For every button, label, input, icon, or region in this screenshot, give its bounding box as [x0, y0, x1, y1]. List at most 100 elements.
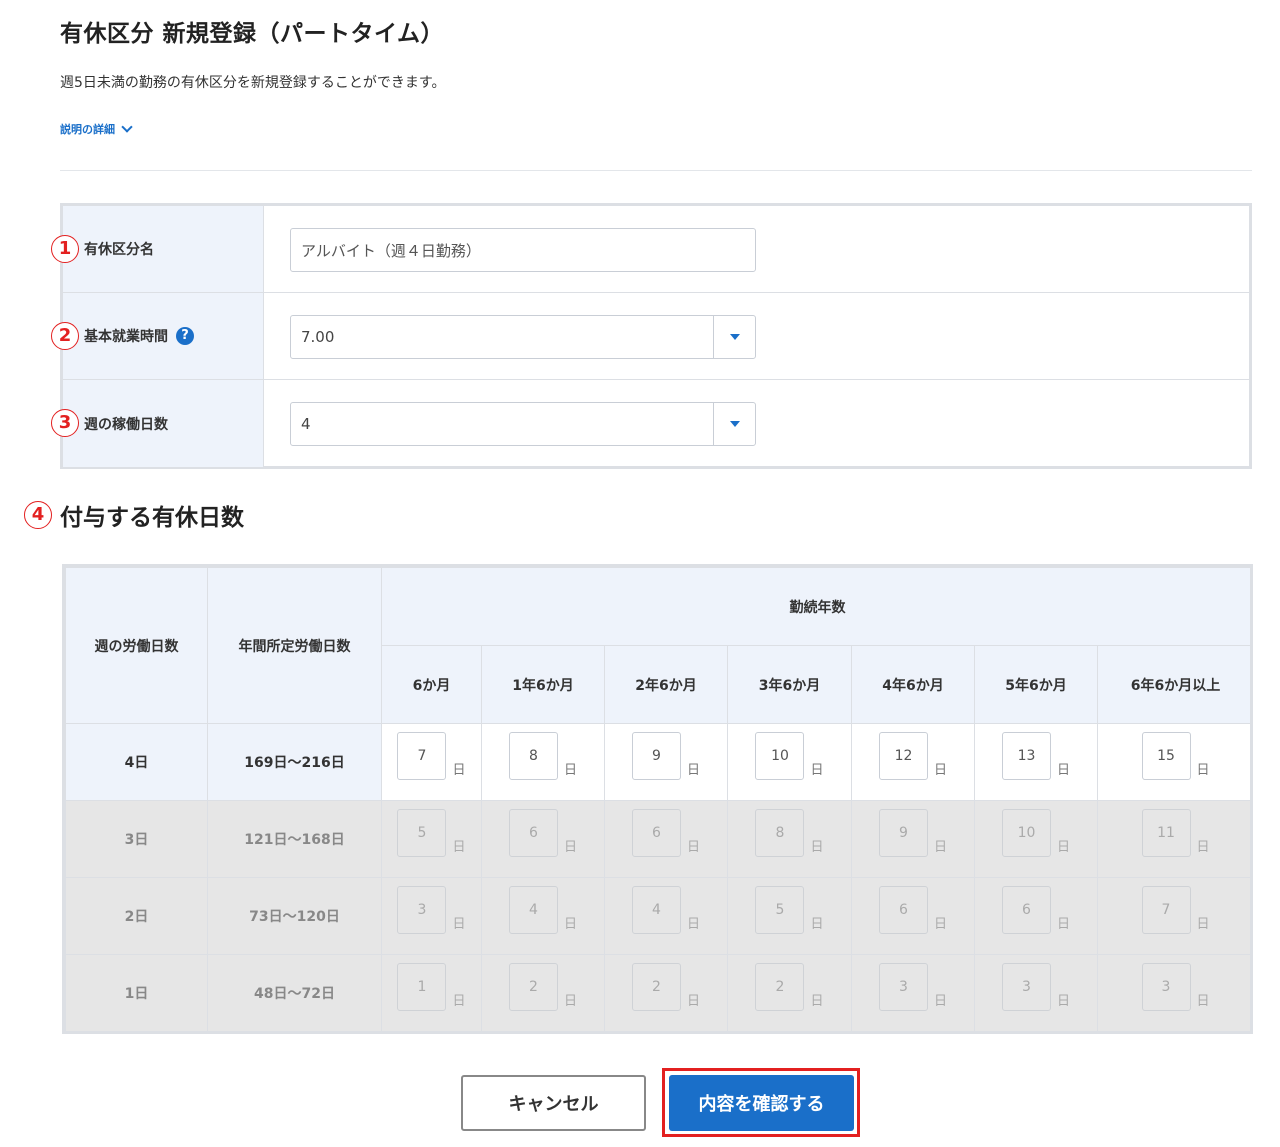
table-row: 3日 121日～168日 5 日 6 日 6 日 8 日 9 日 10 日 11 日: [65, 800, 1250, 878]
grant-days-input: 2: [631, 963, 681, 1011]
detail-link-label: 説明の詳細: [60, 123, 115, 136]
grant-days-input: 3: [1141, 963, 1191, 1011]
grant-cell-content: 5日: [382, 809, 481, 869]
grant-days-input: 10: [1001, 809, 1051, 857]
unit-label: 日: [933, 763, 947, 778]
unit-label: 日: [810, 840, 824, 855]
form-row-name: 有休区分名: [63, 206, 1249, 293]
grant-cell-content: 8日: [482, 732, 604, 792]
row-annual-range: 48日～72日: [207, 954, 382, 1031]
grant-cell: 7日: [381, 723, 482, 801]
table-row: 2日 73日～120日 3 日 4 日 4 日 5 日 6 日 6 日 7 日: [65, 877, 1250, 955]
unit-label: 日: [686, 840, 700, 855]
grant-days-input: 3: [1001, 963, 1051, 1011]
unit-label: 日: [563, 763, 577, 778]
confirm-button[interactable]: 内容を確認する: [669, 1075, 854, 1131]
name-input[interactable]: [290, 228, 756, 272]
unit-label: 日: [563, 994, 577, 1009]
annotation-marker-4: 4: [24, 501, 52, 529]
grant-cell-content: 9日: [605, 732, 727, 792]
detail-toggle-link[interactable]: 説明の詳細: [60, 120, 133, 137]
grant-cell: 13 日: [974, 723, 1098, 801]
unit-label: 日: [452, 763, 466, 778]
grant-days-input: 6: [631, 809, 681, 857]
grant-days-input: 5: [755, 886, 805, 934]
grant-cell: 9日: [851, 800, 975, 878]
grant-cell: 2日: [727, 954, 852, 1031]
grant-cell-content: 7日: [382, 732, 481, 792]
hours-dropdown-button[interactable]: [713, 316, 755, 358]
grant-cell: 6日: [974, 877, 1098, 955]
grant-days-input: 4: [508, 886, 558, 934]
grant-cell-content: 3日: [1098, 963, 1250, 1023]
form-row-days: 週の稼働日数 4: [63, 380, 1249, 467]
grant-cell-content: 3日: [382, 886, 481, 946]
unit-label: 日: [810, 917, 824, 932]
annotation-marker-1: 1: [51, 235, 79, 263]
grant-cell-content: 4日: [482, 886, 604, 946]
grant-cell: 2日: [481, 954, 605, 1031]
grant-days-input: 8: [755, 809, 805, 857]
grant-cell: 4日: [481, 877, 605, 955]
grant-cell-content: 12 日: [852, 732, 974, 792]
unit-label: 日: [563, 917, 577, 932]
grant-days-input: 5: [397, 809, 447, 857]
grant-cell-content: 13 日: [975, 732, 1097, 792]
grant-cell: 8日: [481, 723, 605, 801]
grant-days-input: 7: [1141, 886, 1191, 934]
help-icon[interactable]: ?: [176, 327, 194, 345]
grant-cell: 4日: [604, 877, 728, 955]
unit-label: 日: [810, 763, 824, 778]
grant-cell-content: 6日: [975, 886, 1097, 946]
divider: [60, 170, 1252, 171]
table-row: 1日 48日～72日 1 日 2 日 2 日 2 日 3 日 3 日 3 日: [65, 954, 1250, 1031]
grant-table: 週の労働日数 年間所定労働日数 勤続年数 6か月 1年6か月 2年6か月 3年6か月 4…: [62, 564, 1253, 1034]
annotation-marker-3: 3: [51, 409, 79, 437]
cancel-button[interactable]: キャンセル: [461, 1075, 646, 1131]
grant-cell: 5日: [727, 877, 852, 955]
row-annual-range: 73日～120日: [207, 877, 382, 955]
grant-days-input[interactable]: 10: [755, 732, 805, 780]
grant-days-input: 3: [397, 886, 447, 934]
grant-cell-content: 7日: [1098, 886, 1250, 946]
unit-label: 日: [1056, 763, 1070, 778]
grant-days-input[interactable]: 8: [508, 732, 558, 780]
row-weekdays: 4日: [65, 723, 208, 801]
grant-cell-content: 6日: [605, 809, 727, 869]
header-annual-days: 年間所定労働日数: [207, 567, 382, 724]
caret-down-icon: [729, 334, 740, 340]
header-year-6: 6年6か月以上: [1096, 645, 1250, 724]
grant-cell: 3日: [851, 954, 975, 1031]
grant-cell: 10 日: [727, 723, 852, 801]
header-year-2: 2年6か月: [604, 645, 728, 724]
grant-cell-content: 3日: [852, 963, 974, 1023]
grant-days-input[interactable]: 13: [1001, 732, 1051, 780]
days-label: 週の稼働日数: [63, 380, 264, 467]
grant-cell: 3日: [974, 954, 1098, 1031]
grant-cell-content: 3日: [975, 963, 1097, 1023]
grant-days-input[interactable]: 9: [631, 732, 681, 780]
header-year-4: 4年6か月: [851, 645, 975, 724]
grant-cell-content: 6日: [852, 886, 974, 946]
grant-days-input[interactable]: 15: [1141, 732, 1191, 780]
header-service-years: 勤続年数: [380, 567, 1250, 646]
unit-label: 日: [563, 840, 577, 855]
hours-select[interactable]: 7.00: [290, 315, 756, 359]
grant-days-input: 6: [878, 886, 928, 934]
grant-days-input: 6: [508, 809, 558, 857]
grant-cell: 6日: [851, 877, 975, 955]
page-description: 週5日未満の勤務の有休区分を新規登録することができます。: [60, 75, 446, 91]
grant-days-input[interactable]: 7: [397, 732, 447, 780]
caret-down-icon: [729, 421, 740, 427]
header-year-5: 5年6か月: [974, 645, 1098, 724]
grant-cell: 10 日: [974, 800, 1098, 878]
grant-cell-content: 4日: [605, 886, 727, 946]
grant-cell: 1日: [381, 954, 482, 1031]
grant-cell: 12 日: [851, 723, 975, 801]
grant-days-input: 6: [1001, 886, 1051, 934]
days-dropdown-button[interactable]: [713, 403, 755, 445]
table-row: 4日 169日～216日 7 日 8 日 9 日 10 日 12 日 13 日 15 日: [65, 723, 1250, 801]
header-year-1: 1年6か月: [481, 645, 605, 724]
grant-days-input[interactable]: 12: [878, 732, 928, 780]
days-select[interactable]: 4: [290, 402, 756, 446]
